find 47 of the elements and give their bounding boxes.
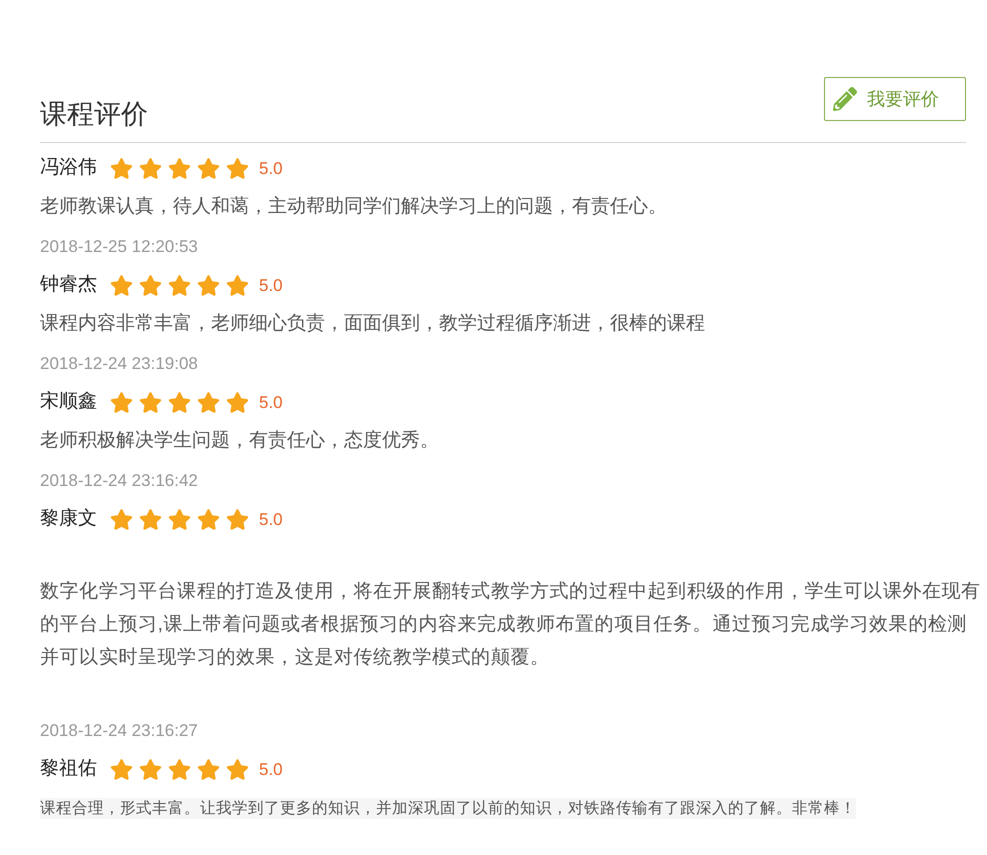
review-timestamp: 2018-12-25 12:20:53	[40, 236, 198, 258]
star-icon	[226, 758, 249, 781]
rating-score: 5.0	[259, 392, 283, 414]
write-review-button[interactable]: 我要评价	[824, 77, 966, 121]
star-icon	[197, 274, 220, 297]
rating-score: 5.0	[259, 508, 283, 531]
star-icon	[139, 157, 162, 180]
review-timestamp: 2018-12-24 23:16:42	[40, 470, 198, 492]
review-comment: 老师积极解决学生问题，有责任心，态度优秀。	[40, 429, 439, 454]
star-icon	[110, 157, 133, 180]
reviewer-name: 冯浴伟	[40, 156, 97, 180]
review-timestamp: 2018-12-24 23:19:08	[40, 352, 198, 375]
rating-score: 5.0	[259, 758, 283, 781]
star-icon	[197, 508, 220, 531]
star-icon	[197, 157, 220, 180]
star-icon	[226, 508, 249, 531]
star-icon	[139, 758, 162, 781]
star-icon	[168, 758, 191, 781]
star-icon	[226, 274, 249, 297]
rating-score: 5.0	[259, 158, 283, 180]
star-icon	[197, 758, 220, 781]
review-comment: 课程合理，形式丰富。让我学到了更多的知识，并加深巩固了以前的知识，对铁路传输有了跟深入的了解。非常棒！	[40, 798, 856, 819]
reviewer-name: 宋顺鑫	[40, 390, 97, 414]
reviewer-name: 钟睿杰	[40, 273, 97, 298]
review-timestamp: 2018-12-24 23:16:27	[40, 720, 198, 742]
review-comment: 课程内容非常丰富，老师细心负责，面面俱到，教学过程循序渐进，很棒的课程	[40, 312, 705, 336]
star-icon	[226, 157, 249, 180]
star-icon	[110, 391, 133, 414]
pencil-icon	[833, 87, 857, 111]
star-icon	[139, 391, 162, 414]
rating-score: 5.0	[259, 274, 283, 297]
review-comment: 老师教课认真，待人和蔼，主动帮助同学们解决学习上的问题，有责任心。	[40, 195, 667, 220]
star-icon	[110, 758, 133, 781]
star-icon	[110, 274, 133, 297]
star-icon	[197, 391, 220, 414]
review-comment: 数字化学习平台课程的打造及使用，将在开展翻转式教学方式的过程中起到积级的作用，学生可以课外在现有的平台上预习,课上带着问题或者根据预习的内容来完成教师布置的项目任务。通过预习完成学习效果的检测并可以实时呈现学习的效果，这是对传统教学模式的颠覆。	[40, 580, 982, 670]
star-icon	[110, 508, 133, 531]
star-icon	[226, 391, 249, 414]
star-icon	[168, 157, 191, 180]
star-icon	[168, 508, 191, 531]
star-icon	[139, 274, 162, 297]
reviewer-name: 黎祖佑	[40, 757, 97, 782]
star-icon	[168, 274, 191, 297]
star-icon	[168, 391, 191, 414]
section-title: 课程评价	[40, 98, 148, 130]
star-icon	[139, 508, 162, 531]
reviewer-name: 黎康文	[40, 507, 97, 532]
